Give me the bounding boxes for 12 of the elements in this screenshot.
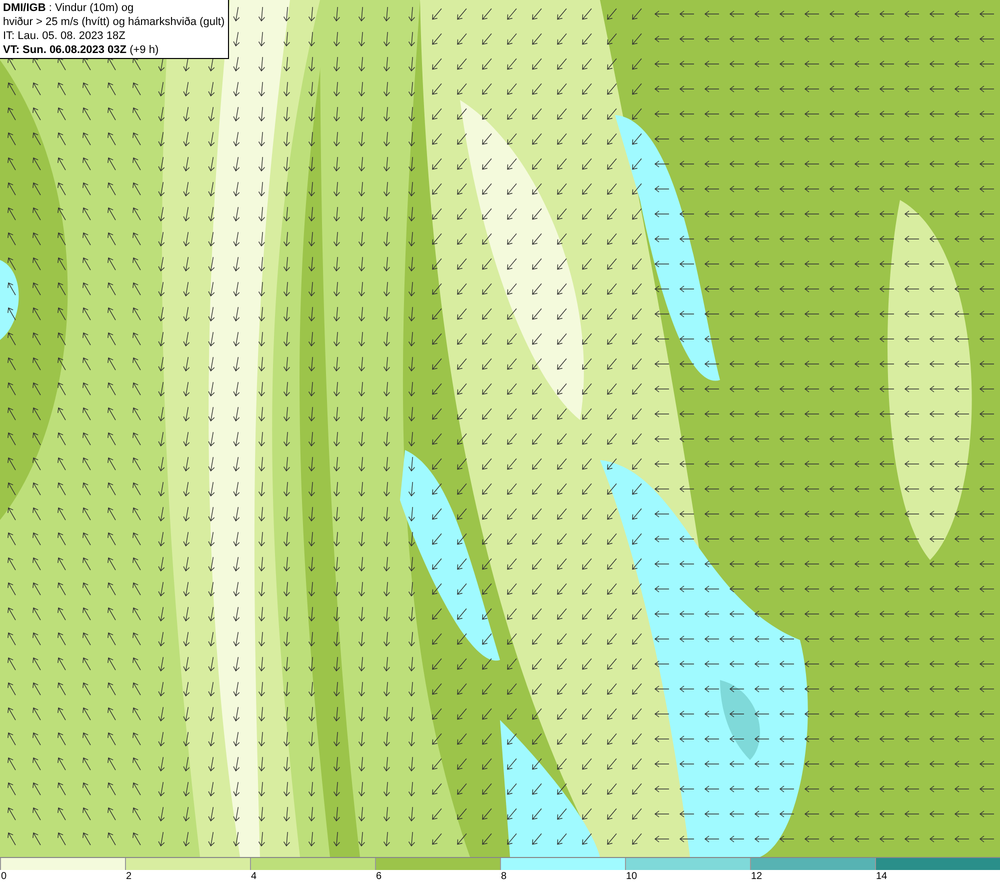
info-text: IT: Lau. 05. 08. 2023 18Z [3, 29, 126, 43]
legend-tick-label: 12 [750, 870, 762, 884]
legend-tick-label: 2 [125, 870, 132, 884]
info-text: VT: Sun. 06.08.2023 03Z (+9 h) [3, 43, 159, 57]
legend-tick-label: 4 [250, 870, 257, 884]
info-text: hviður > 25 m/s (hvítt) og hámarkshviða (gult) [3, 15, 225, 29]
legend-tick-label: 8 [500, 870, 507, 884]
info-text: DMI/IGB : Vindur (10m) og [3, 1, 134, 15]
legend-tick-label: 10 [625, 870, 638, 884]
legend-tick-label: 14 [875, 870, 888, 884]
legend-tick-label: 6 [375, 870, 382, 884]
legend-tick-label: 0 [0, 870, 7, 884]
